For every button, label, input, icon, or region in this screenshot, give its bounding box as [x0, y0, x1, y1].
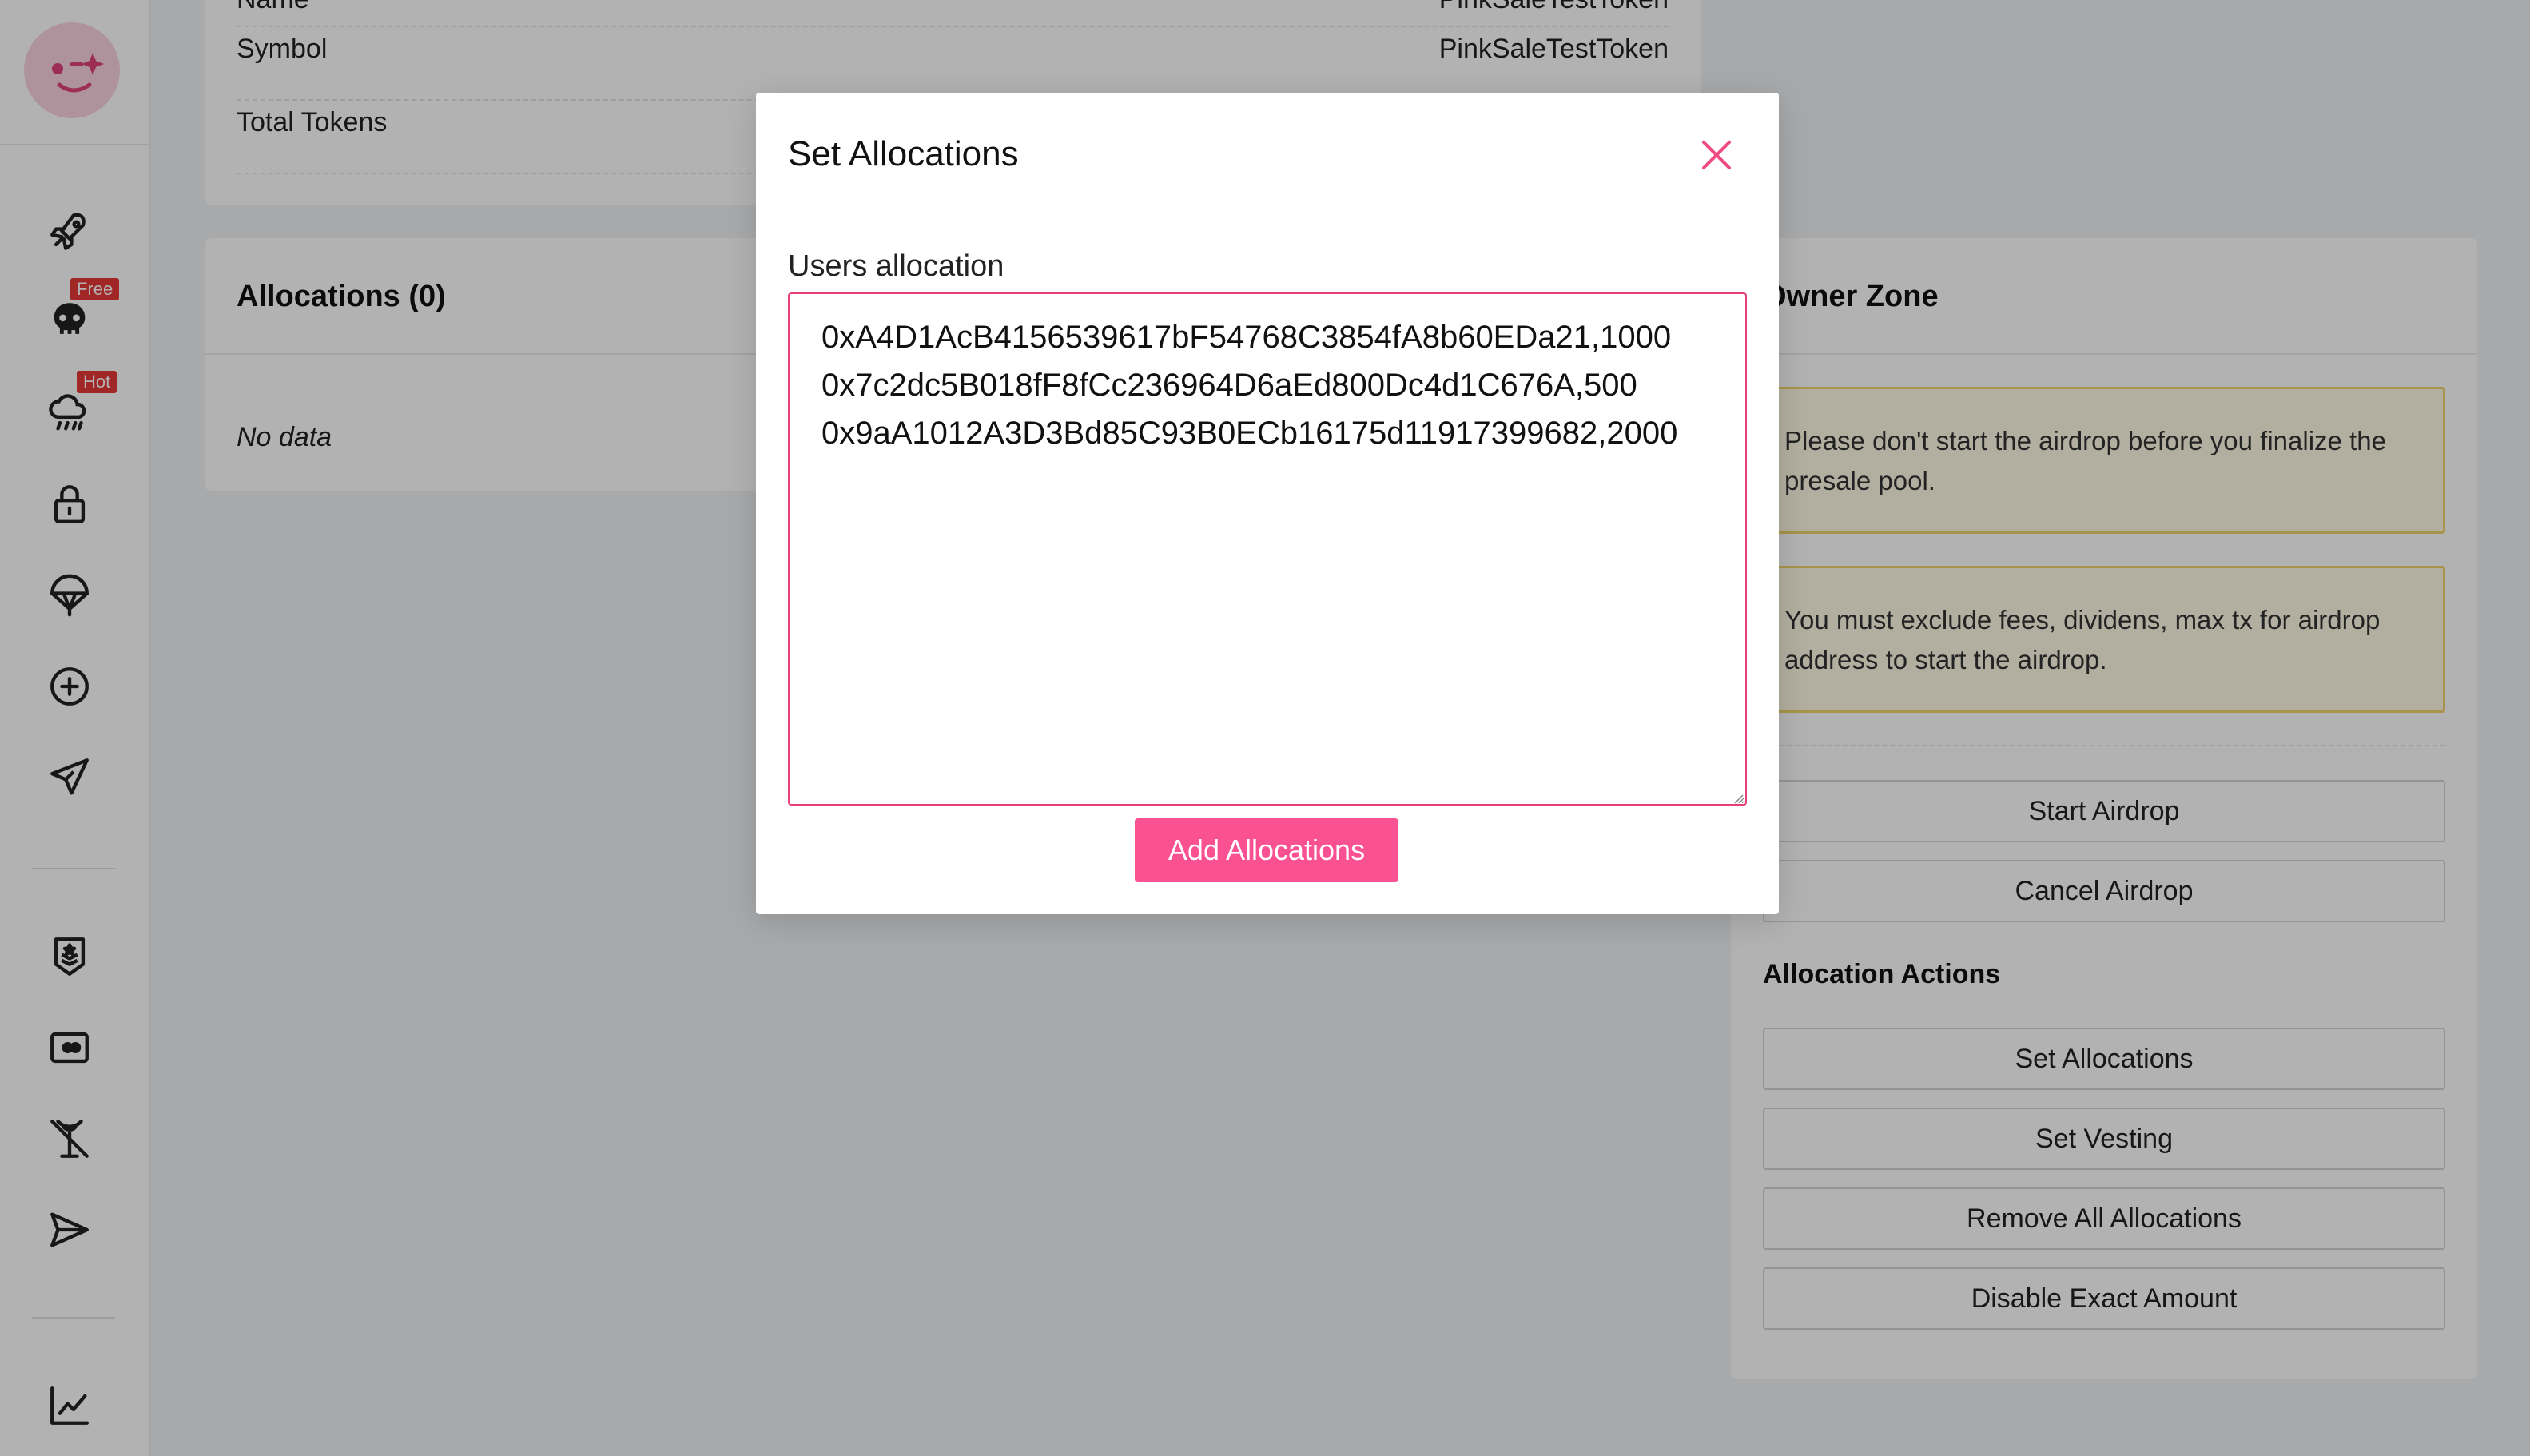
- add-allocations-button[interactable]: Add Allocations: [1135, 818, 1398, 882]
- users-allocation-textarea[interactable]: 0xA4D1AcB4156539617bF54768C3854fA8b60EDa…: [788, 292, 1747, 806]
- close-icon[interactable]: [1694, 133, 1739, 177]
- resize-grip-icon[interactable]: [1732, 793, 1744, 804]
- set-allocations-modal: Set Allocations Users allocation 0xA4D1A…: [756, 93, 1779, 914]
- users-allocation-label: Users allocation: [788, 249, 1004, 283]
- modal-title: Set Allocations: [788, 134, 1019, 173]
